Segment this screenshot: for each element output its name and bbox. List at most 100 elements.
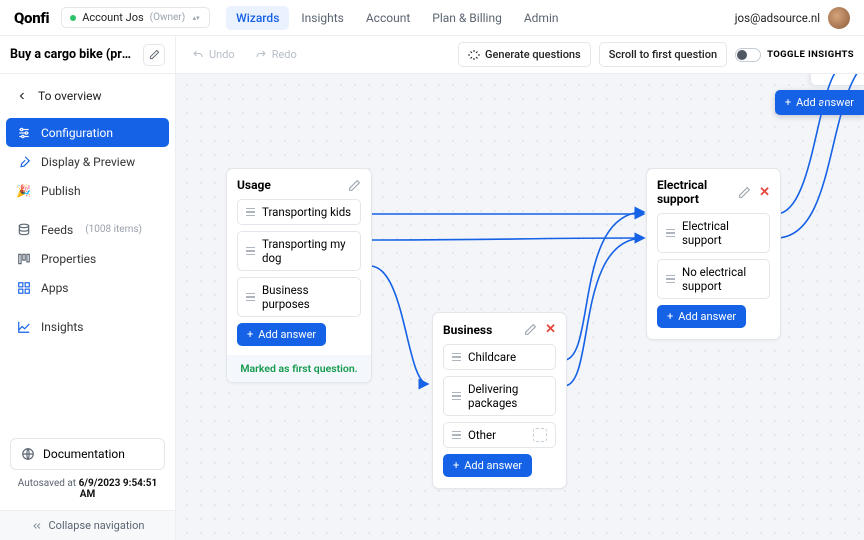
answer-label: Childcare [468, 350, 516, 364]
answer-label: Delivering packages [468, 382, 547, 410]
add-answer-label: Add answer [678, 310, 736, 323]
sidebar-item-label: Feeds [41, 223, 73, 237]
pencil-icon[interactable] [348, 179, 361, 192]
sidebar-item-label: Publish [41, 184, 81, 198]
autosave-status: Autosaved at 6/9/2023 9:54:51 AM [10, 478, 165, 500]
toggle-insights[interactable]: TOGGLE INSIGHTS [735, 48, 854, 62]
tab-wizards[interactable]: Wizards [226, 6, 289, 30]
add-answer-label: Add answer [464, 459, 522, 472]
edit-title-button[interactable] [143, 44, 165, 66]
pencil-icon [149, 49, 160, 60]
properties-icon [16, 251, 31, 266]
database-icon [16, 222, 31, 237]
drag-handle-icon[interactable] [452, 353, 461, 361]
drag-handle-icon[interactable] [452, 392, 461, 400]
card-usage[interactable]: Usage Transporting kids Transporting my … [226, 168, 372, 383]
sidebar-item-label: Insights [41, 320, 83, 334]
add-answer-button[interactable]: + Add answer [657, 305, 746, 328]
add-answer-floating-button[interactable]: + Add answer [775, 90, 864, 115]
answer-item[interactable]: No electrical support [657, 259, 770, 299]
to-overview-link[interactable]: To overview [10, 82, 165, 110]
answer-item[interactable]: Transporting my dog [237, 231, 361, 271]
toggle-switch-icon [735, 48, 761, 62]
sidebar-item-configuration[interactable]: Configuration [6, 118, 169, 147]
documentation-label: Documentation [43, 447, 125, 461]
drag-handle-icon[interactable] [452, 431, 461, 439]
rocket-icon: 🎉 [16, 183, 31, 198]
top-nav: Wizards Insights Account Plan & Billing … [226, 6, 568, 30]
plus-icon: + [667, 310, 673, 323]
drag-handle-icon[interactable] [666, 275, 675, 283]
answer-label: Transporting kids [262, 205, 351, 219]
brush-icon [16, 154, 31, 169]
flag-icon[interactable] [533, 428, 547, 442]
sidebar-item-label: Properties [41, 252, 96, 266]
sparkle-icon [468, 49, 480, 61]
sidebar-item-publish[interactable]: 🎉 Publish [6, 176, 169, 205]
add-answer-button[interactable]: + Add answer [237, 323, 326, 346]
add-answer-button[interactable]: +Add answer [443, 454, 532, 477]
offscreen-card-stub [810, 74, 864, 86]
drag-handle-icon[interactable] [246, 293, 255, 301]
pencil-icon[interactable] [524, 323, 537, 336]
add-answer-label: Add answer [258, 328, 316, 341]
scroll-to-first-button[interactable]: Scroll to first question [599, 42, 727, 67]
plus-icon: + [785, 96, 791, 109]
to-overview-label: To overview [38, 89, 102, 103]
plus-icon: + [247, 328, 253, 341]
card-title: Usage [237, 178, 271, 192]
answer-label: Business purposes [262, 283, 352, 311]
tab-account[interactable]: Account [356, 6, 420, 30]
drag-handle-icon[interactable] [246, 247, 255, 255]
sidebar-item-insights[interactable]: Insights [6, 312, 169, 341]
answer-label: Electrical support [682, 219, 761, 247]
tab-insights[interactable]: Insights [291, 6, 353, 30]
close-icon[interactable]: ✕ [759, 185, 770, 200]
answer-item[interactable]: Other [443, 422, 556, 448]
redo-button[interactable]: Redo [249, 44, 303, 65]
sidebar-item-feeds[interactable]: Feeds (1008 items) [6, 215, 169, 244]
tab-plan-billing[interactable]: Plan & Billing [422, 6, 512, 30]
tab-admin[interactable]: Admin [514, 6, 569, 30]
sidebar-item-apps[interactable]: Apps [6, 273, 169, 302]
sliders-icon [16, 125, 31, 140]
drag-handle-icon[interactable] [666, 229, 675, 237]
card-business[interactable]: Business ✕ Childcare Delivering packages… [432, 312, 567, 489]
status-dot-icon [70, 15, 76, 21]
canvas[interactable]: + Add answer Usage Transporting kids Tra… [176, 74, 864, 540]
answer-item[interactable]: Electrical support [657, 213, 770, 253]
chevron-updown-icon: ▴▾ [191, 16, 201, 20]
account-switcher[interactable]: Account Jos (Owner) ▴▾ [61, 7, 210, 28]
sidebar-item-display-preview[interactable]: Display & Preview [6, 147, 169, 176]
pencil-icon[interactable] [738, 186, 751, 199]
collapse-navigation-button[interactable]: Collapse navigation [0, 510, 175, 540]
documentation-button[interactable]: Documentation [10, 438, 165, 470]
account-role: (Owner) [150, 12, 186, 23]
answer-item[interactable]: Delivering packages [443, 376, 556, 416]
account-name: Account Jos [82, 11, 143, 24]
close-icon[interactable]: ✕ [545, 322, 556, 337]
answer-item[interactable]: Transporting kids [237, 199, 361, 225]
generate-questions-button[interactable]: Generate questions [458, 42, 591, 67]
toggle-label: TOGGLE INSIGHTS [767, 49, 854, 60]
generate-label: Generate questions [485, 48, 581, 61]
sidebar-item-label: Apps [41, 281, 69, 295]
sidebar-item-count: (1008 items) [85, 224, 142, 235]
marked-first-badge: Marked as first question. [227, 355, 371, 382]
card-electrical[interactable]: Electrical support ✕ Electrical support … [646, 168, 781, 340]
undo-icon [192, 49, 204, 61]
undo-button[interactable]: Undo [186, 44, 241, 65]
answer-label: No electrical support [682, 265, 761, 293]
sidebar-item-properties[interactable]: Properties [6, 244, 169, 273]
redo-icon [255, 49, 267, 61]
user-email: jos@adsource.nl [735, 11, 820, 25]
sidebar-item-label: Display & Preview [41, 155, 135, 169]
globe-icon [21, 447, 35, 461]
answer-item[interactable]: Business purposes [237, 277, 361, 317]
drag-handle-icon[interactable] [246, 208, 255, 216]
answer-item[interactable]: Childcare [443, 344, 556, 370]
chevron-left-icon [16, 90, 28, 102]
user-menu[interactable]: jos@adsource.nl [735, 7, 850, 29]
brand-logo: Qonfi [14, 9, 49, 27]
chart-icon [16, 319, 31, 334]
